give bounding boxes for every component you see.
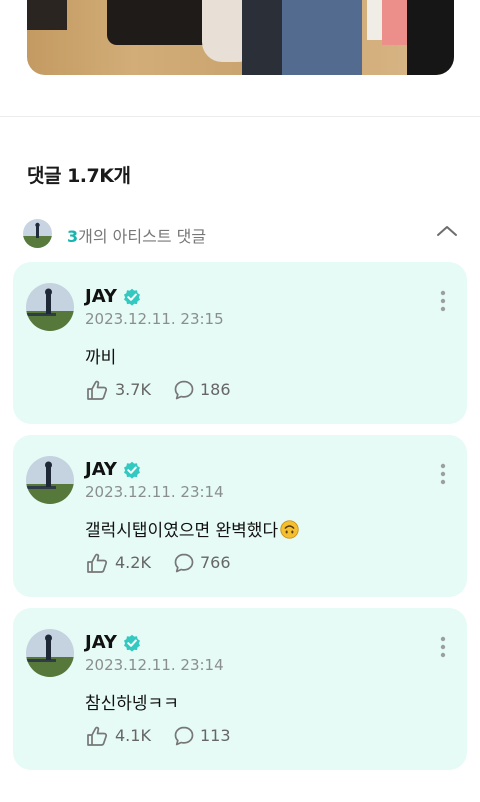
author-name[interactable]: JAY xyxy=(85,459,117,480)
avatar[interactable] xyxy=(26,456,74,504)
section-divider xyxy=(0,116,480,117)
comment-date: 2023.12.11. 23:14 xyxy=(85,656,224,674)
comment-text: 까비 xyxy=(85,348,117,368)
like-count: 3.7K xyxy=(115,380,151,399)
comment-card[interactable]: JAY 2023.12.11. 23:15 까비 3.7K 186 xyxy=(13,262,467,424)
verified-icon xyxy=(124,461,140,479)
like-count: 4.1K xyxy=(115,726,151,745)
more-options-icon[interactable] xyxy=(440,636,446,658)
comment-date: 2023.12.11. 23:15 xyxy=(85,310,224,328)
reply-bubble-icon xyxy=(174,553,194,573)
avatar[interactable] xyxy=(26,283,74,331)
upside-down-face-emoji-icon xyxy=(280,520,299,539)
author-name[interactable]: JAY xyxy=(85,286,117,307)
comment-card[interactable]: JAY 2023.12.11. 23:14 참신하넹ㅋㅋ 4.1K 113 xyxy=(13,608,467,770)
like-count: 4.2K xyxy=(115,553,151,572)
comment-text: 갤럭시탭이였으면 완벽했다 xyxy=(85,516,299,541)
more-options-icon[interactable] xyxy=(440,463,446,485)
like-icon xyxy=(87,380,108,400)
author-name[interactable]: JAY xyxy=(85,632,117,653)
verified-icon xyxy=(124,288,140,306)
like-icon xyxy=(87,726,108,746)
reply-count: 113 xyxy=(200,726,231,745)
artist-comments-toggle[interactable]: 3개의 아티스트 댓글 xyxy=(23,218,460,250)
comments-count-title: 댓글 1.7K개 xyxy=(27,165,131,187)
post-photo[interactable] xyxy=(27,0,454,75)
comment-card[interactable]: JAY 2023.12.11. 23:14 갤럭시탭이였으면 완벽했다 4.2K… xyxy=(13,435,467,597)
comment-date: 2023.12.11. 23:14 xyxy=(85,483,224,501)
like-icon xyxy=(87,553,108,573)
verified-icon xyxy=(124,634,140,652)
reply-count: 766 xyxy=(200,553,231,572)
reply-bubble-icon xyxy=(174,726,194,746)
artist-avatar xyxy=(23,219,52,248)
reply-bubble-icon xyxy=(174,380,194,400)
comment-text: 참신하넹ㅋㅋ xyxy=(85,694,179,714)
more-options-icon[interactable] xyxy=(440,290,446,312)
reply-count: 186 xyxy=(200,380,231,399)
avatar[interactable] xyxy=(26,629,74,677)
artist-comments-label: 3개의 아티스트 댓글 xyxy=(67,227,207,246)
chevron-up-icon[interactable] xyxy=(434,220,460,242)
